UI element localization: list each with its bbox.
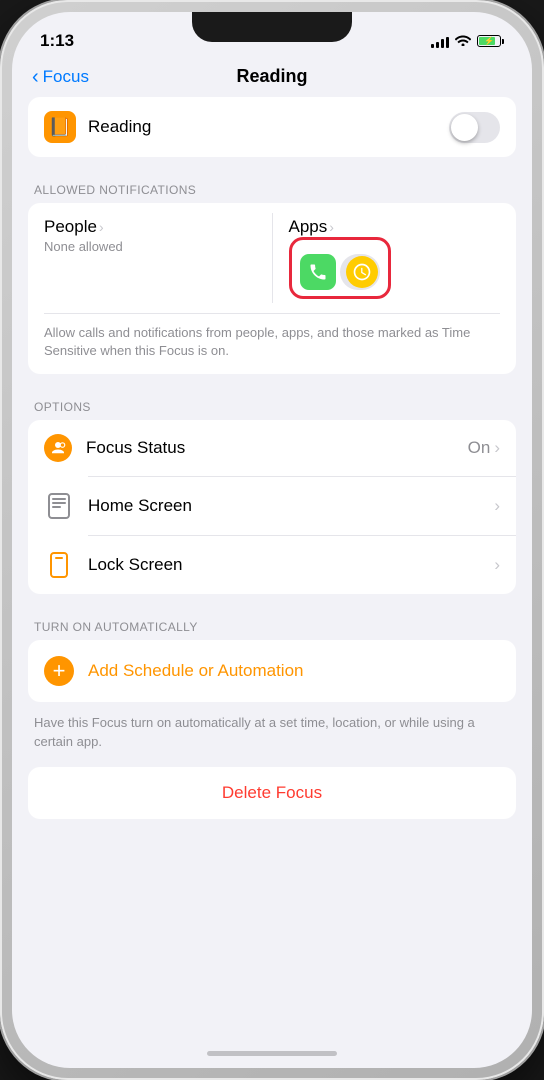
notch [192, 12, 352, 42]
phone-app-icon [300, 254, 336, 290]
clock-app-icon [346, 256, 378, 288]
focus-status-icon [44, 434, 72, 462]
home-screen-label: Home Screen [88, 496, 192, 516]
apps-icons-highlight [289, 237, 391, 299]
scroll-content: 📙 Reading ALLOWED NOTIFICATIONS People [12, 97, 532, 1043]
notif-footer: Allow calls and notifications from peopl… [28, 314, 516, 374]
status-time: 1:13 [40, 31, 74, 51]
apps-chevron-icon: › [329, 219, 334, 235]
phone-frame: 1:13 ⚡ [0, 0, 544, 1080]
home-screen-chevron-icon: › [494, 496, 500, 516]
people-label: People [44, 217, 97, 237]
reading-label: Reading [88, 117, 151, 137]
notif-grid: People › None allowed Apps › [28, 203, 516, 313]
apps-label: Apps [289, 217, 328, 237]
reading-left: 📙 Reading [44, 111, 151, 143]
turn-on-footer: Have this Focus turn on automatically at… [28, 710, 516, 766]
focus-status-right: On › [468, 438, 500, 458]
apps-icons-row [300, 254, 380, 290]
toggle-knob [451, 114, 478, 141]
page-title: Reading [236, 66, 307, 87]
signal-icon [431, 34, 449, 48]
focus-status-label: Focus Status [86, 438, 185, 458]
apps-column: Apps › [273, 203, 517, 313]
allowed-notifications-card: People › None allowed Apps › [28, 203, 516, 374]
lock-screen-left: Lock Screen [44, 550, 183, 580]
battery-icon: ⚡ [477, 35, 504, 47]
focus-status-value: On [468, 438, 491, 458]
back-button[interactable]: ‹ Focus [32, 67, 89, 87]
people-sub: None allowed [44, 239, 256, 254]
home-screen-icon [44, 491, 74, 521]
delete-focus-label: Delete Focus [222, 783, 322, 803]
lock-screen-label: Lock Screen [88, 555, 183, 575]
reading-toggle[interactable] [449, 112, 500, 143]
apps-link[interactable]: Apps › [289, 217, 501, 237]
options-card: Focus Status On › [28, 420, 516, 594]
nav-bar: ‹ Focus Reading [12, 62, 532, 97]
focus-status-chevron-icon: › [494, 438, 500, 458]
phone-screen: 1:13 ⚡ [12, 12, 532, 1068]
add-schedule-label: Add Schedule or Automation [88, 661, 303, 681]
allowed-notifications-section-label: ALLOWED NOTIFICATIONS [28, 165, 516, 203]
lock-screen-row[interactable]: Lock Screen › [28, 536, 516, 594]
people-column: People › None allowed [28, 203, 272, 313]
lock-screen-chevron-icon: › [494, 555, 500, 575]
back-label: Focus [43, 67, 89, 87]
status-icons: ⚡ [431, 33, 504, 49]
add-schedule-row[interactable]: + Add Schedule or Automation [28, 640, 516, 702]
people-chevron-icon: › [99, 219, 104, 235]
book-icon: 📙 [44, 111, 76, 143]
people-link[interactable]: People › [44, 217, 256, 237]
toggle-apps [340, 254, 380, 290]
lock-screen-icon [44, 550, 74, 580]
reading-row: 📙 Reading [28, 97, 516, 157]
back-chevron-icon: ‹ [32, 67, 39, 87]
options-section-label: OPTIONS [28, 382, 516, 420]
home-indicator [207, 1051, 337, 1056]
focus-status-row[interactable]: Focus Status On › [28, 420, 516, 476]
delete-focus-card: Delete Focus [28, 767, 516, 819]
reading-toggle-card: 📙 Reading [28, 97, 516, 157]
focus-status-left: Focus Status [44, 434, 185, 462]
turn-on-card: + Add Schedule or Automation [28, 640, 516, 702]
wifi-icon [455, 33, 471, 49]
plus-circle-icon: + [44, 656, 74, 686]
home-screen-row[interactable]: Home Screen › [28, 477, 516, 535]
home-screen-left: Home Screen [44, 491, 192, 521]
turn-on-section-label: TURN ON AUTOMATICALLY [28, 602, 516, 640]
delete-focus-row[interactable]: Delete Focus [28, 767, 516, 819]
